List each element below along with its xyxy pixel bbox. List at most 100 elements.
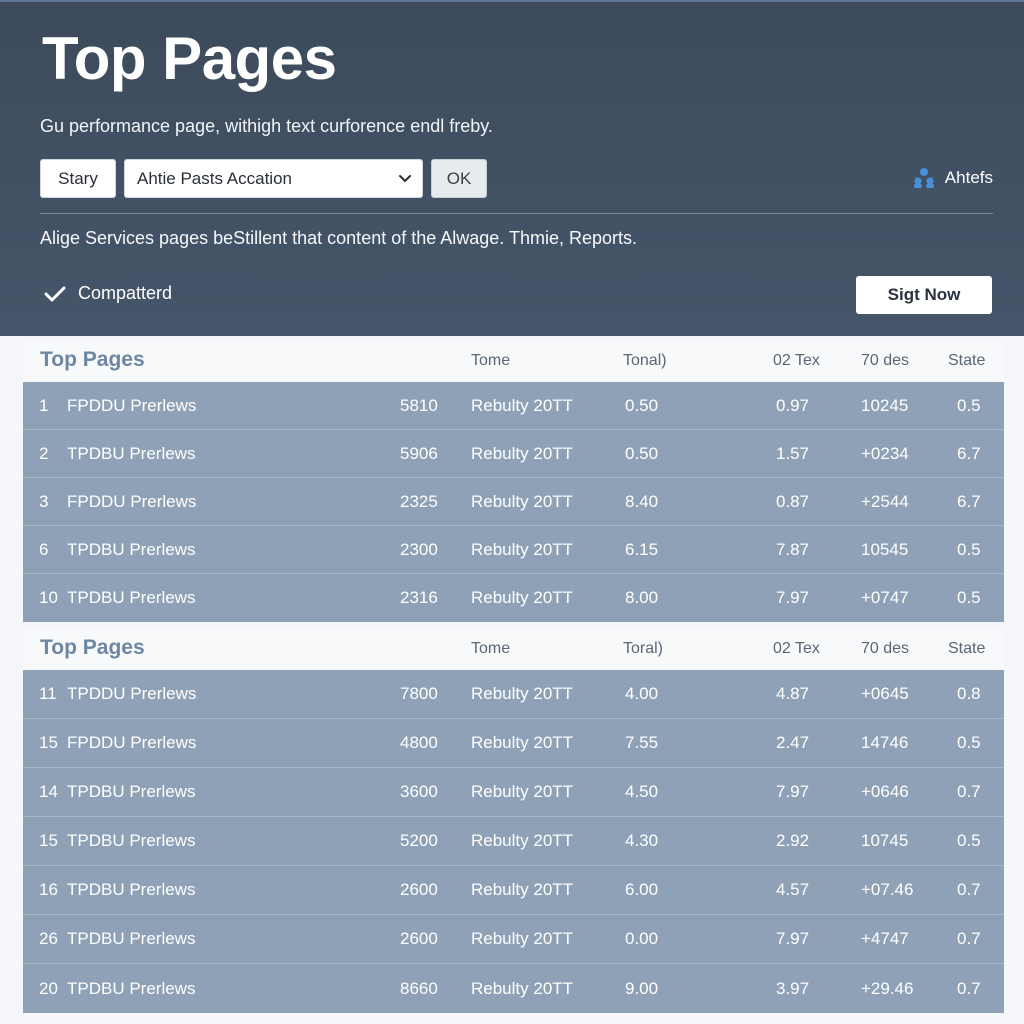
table-title: Top Pages <box>40 348 145 371</box>
page-subtitle: Gu performance page, withigh text curfor… <box>40 116 493 136</box>
table-body: 1 FPDDU Prerlews 5810 Rebulty 20TT 0.50 … <box>23 382 1004 622</box>
row-tex: 7.97 <box>776 929 810 948</box>
row-number: 2 <box>39 443 49 463</box>
row-name[interactable]: FPDDU Prerlews <box>67 492 196 512</box>
column-header-tome[interactable]: Tome <box>471 640 510 658</box>
status-indicator: Compatterd <box>44 283 172 304</box>
users-icon <box>913 168 934 188</box>
status-label: Compatterd <box>78 283 173 303</box>
row-name[interactable]: TPDBU Prerlews <box>67 979 195 999</box>
row-tex: 0.97 <box>776 395 810 415</box>
row-count: 5810 <box>400 395 438 415</box>
table-body: 11 TPDDU Prerlews 7800 Rebulty 20TT 4.00… <box>23 670 1004 1013</box>
row-name[interactable]: TPDBU Prerlews <box>67 588 195 608</box>
check-icon <box>44 286 66 301</box>
row-tex: 2.47 <box>776 733 810 752</box>
row-tonal: 4.30 <box>625 831 659 850</box>
column-header-tome[interactable]: Tome <box>471 352 510 370</box>
table-row[interactable]: 10 TPDBU Prerlews 2316 Rebulty 20TT 8.00… <box>23 574 1004 622</box>
row-tex: 0.87 <box>776 491 810 511</box>
table-row[interactable]: 15 FPDDU Prerlews 4800 Rebulty 20TT 7.55… <box>23 719 1004 768</box>
row-name[interactable]: TPDBU Prerlews <box>67 831 195 851</box>
column-header-des[interactable]: 70 des <box>861 352 909 370</box>
toolbar: Stary Ahtie Pasts Accation OK <box>40 159 487 198</box>
column-header-des[interactable]: 70 des <box>861 640 909 658</box>
table-row[interactable]: 16 TPDBU Prerlews 2600 Rebulty 20TT 6.00… <box>23 866 1004 915</box>
row-name[interactable]: FPDDU Prerlews <box>67 733 196 753</box>
table-row[interactable]: 26 TPDBU Prerlews 2600 Rebulty 20TT 0.00… <box>23 915 1004 964</box>
row-number: 1 <box>39 395 49 415</box>
table-title: Top Pages <box>40 636 145 659</box>
column-header-toral[interactable]: Toral) <box>623 640 663 658</box>
row-number: 3 <box>39 491 49 511</box>
page-header: Top Pages Gu performance page, withigh t… <box>0 0 1024 336</box>
sign-now-button[interactable]: Sigt Now <box>856 276 992 314</box>
row-count: 2325 <box>400 491 438 511</box>
row-tome: Rebulty 20TT <box>471 443 574 463</box>
row-tonal: 9.00 <box>625 978 659 998</box>
row-tonal: 6.00 <box>625 880 659 899</box>
table-row[interactable]: 20 TPDBU Prerlews 8660 Rebulty 20TT 9.00… <box>23 964 1004 1013</box>
page-title: Top Pages <box>42 25 337 92</box>
row-number: 15 <box>39 831 58 850</box>
table-row[interactable]: 3 FPDDU Prerlews 2325 Rebulty 20TT 8.40 … <box>23 478 1004 526</box>
row-state: 0.7 <box>957 929 981 948</box>
column-header-state[interactable]: State <box>948 352 985 370</box>
row-number: 16 <box>39 880 58 899</box>
row-state: 0.7 <box>957 782 981 801</box>
row-tex: 7.87 <box>776 539 810 559</box>
row-count: 7800 <box>400 684 438 703</box>
row-state: 0.7 <box>957 880 981 899</box>
table-row[interactable]: 11 TPDDU Prerlews 7800 Rebulty 20TT 4.00… <box>23 670 1004 719</box>
stary-button[interactable]: Stary <box>40 159 116 198</box>
row-des: +4747 <box>861 929 909 948</box>
table-row[interactable]: 15 TPDBU Prerlews 5200 Rebulty 20TT 4.30… <box>23 817 1004 866</box>
row-des: +0646 <box>861 782 909 801</box>
row-tex: 7.97 <box>776 588 810 607</box>
table-row[interactable]: 1 FPDDU Prerlews 5810 Rebulty 20TT 0.50 … <box>23 382 1004 430</box>
row-count: 2316 <box>400 588 438 607</box>
row-name[interactable]: TPDBU Prerlews <box>67 782 195 802</box>
top-pages-table-1: Top Pages Tome Tonal) 02 Tex 70 des Stat… <box>23 340 1004 622</box>
column-header-tonal[interactable]: Tonal) <box>623 352 667 370</box>
row-name[interactable]: TPDBU Prerlews <box>67 540 195 560</box>
row-des: +07.46 <box>861 880 914 899</box>
row-name[interactable]: TPDBU Prerlews <box>67 880 195 900</box>
row-state: 0.5 <box>957 395 981 415</box>
column-header-tex[interactable]: 02 Tex <box>773 640 820 658</box>
row-name[interactable]: TPDDU Prerlews <box>67 684 196 704</box>
row-tonal: 4.50 <box>625 782 659 801</box>
row-state: 0.5 <box>957 831 981 850</box>
row-des: 10545 <box>861 539 909 559</box>
filter-select-value: Ahtie Pasts Accation <box>137 168 292 188</box>
row-tome: Rebulty 20TT <box>471 395 574 415</box>
row-tome: Rebulty 20TT <box>471 831 574 850</box>
row-count: 8660 <box>400 978 438 998</box>
row-tex: 4.57 <box>776 880 810 899</box>
table-row[interactable]: 2 TPDBU Prerlews 5906 Rebulty 20TT 0.50 … <box>23 430 1004 478</box>
row-name[interactable]: TPDBU Prerlews <box>67 929 195 949</box>
ok-button[interactable]: OK <box>431 159 487 198</box>
chevron-down-icon <box>399 174 411 182</box>
row-name[interactable]: FPDDU Prerlews <box>67 396 196 416</box>
row-number: 20 <box>39 978 58 998</box>
table-row[interactable]: 14 TPDBU Prerlews 3600 Rebulty 20TT 4.50… <box>23 768 1004 817</box>
column-header-state[interactable]: State <box>948 640 985 658</box>
table-header: Top Pages Tome Toral) 02 Tex 70 des Stat… <box>23 628 1004 670</box>
row-tome: Rebulty 20TT <box>471 880 574 899</box>
row-count: 2600 <box>400 929 438 948</box>
row-tonal: 0.50 <box>625 443 659 463</box>
column-header-tex[interactable]: 02 Tex <box>773 352 820 370</box>
row-tome: Rebulty 20TT <box>471 733 574 752</box>
row-name[interactable]: TPDBU Prerlews <box>67 444 195 464</box>
table-row[interactable]: 6 TPDBU Prerlews 2300 Rebulty 20TT 6.15 … <box>23 526 1004 574</box>
filter-select[interactable]: Ahtie Pasts Accation <box>124 159 423 198</box>
row-tex: 3.97 <box>776 978 810 998</box>
row-number: 14 <box>39 782 58 801</box>
row-tome: Rebulty 20TT <box>471 929 574 948</box>
row-tonal: 0.00 <box>625 929 659 948</box>
row-tome: Rebulty 20TT <box>471 782 574 801</box>
row-state: 0.5 <box>957 539 981 559</box>
row-count: 5200 <box>400 831 438 850</box>
brand[interactable]: Ahtefs <box>913 167 993 189</box>
